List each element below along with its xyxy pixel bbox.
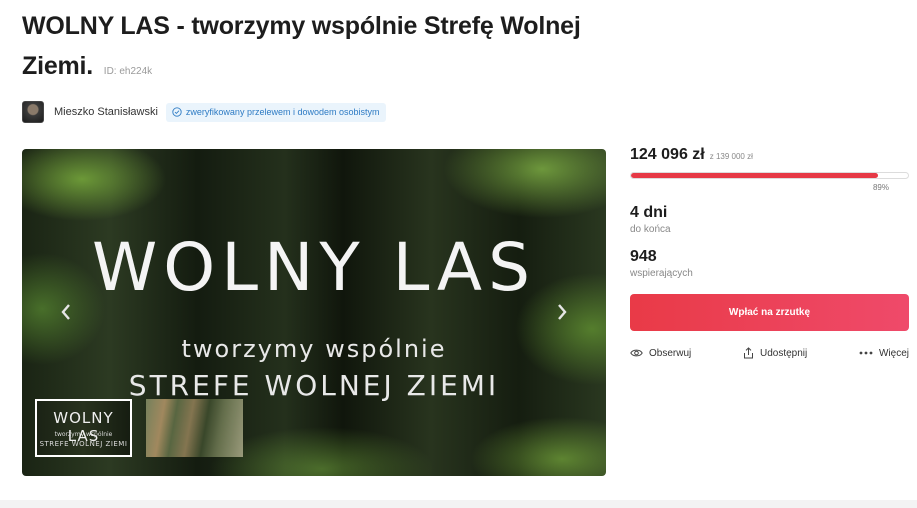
verified-badge: zweryfikowany przelewem i dowodem osobis… [165, 102, 386, 122]
amount-raised: 124 096 zł [630, 146, 705, 163]
hero-title: WOLNY LAS [92, 229, 536, 306]
progress-fill [631, 173, 878, 178]
supporters: 948 wspierających [630, 248, 909, 279]
verified-text: zweryfikowany przelewem i dowodem osobis… [185, 107, 380, 117]
thumbnail-subtitle-2: STREFE WOLNEJ ZIEMI [39, 440, 128, 448]
progress-bar [630, 172, 909, 179]
campaign-title: WOLNY LAS - tworzymy wspólnie Strefę Wol… [22, 6, 582, 92]
amount-row: 124 096 zł z 139 000 zł [630, 146, 909, 164]
share-button[interactable]: Udostępnij [743, 347, 807, 359]
author-row: Mieszko Stanisławski zweryfikowany przel… [22, 100, 386, 124]
share-icon [743, 347, 753, 359]
supporters-value: 948 [630, 248, 657, 265]
days-left-value: 4 dni [630, 204, 668, 221]
author-name[interactable]: Mieszko Stanisławski [54, 106, 158, 118]
avatar[interactable] [22, 101, 44, 123]
thumbnail-1[interactable]: WOLNY LAS tworzymy wspólnie STREFE WOLNE… [35, 399, 132, 457]
follow-button[interactable]: Obserwuj [630, 347, 691, 359]
pay-button[interactable]: Wpłać na zrzutkę [630, 294, 909, 331]
hero-subtitle-2: STREFE WOLNEJ ZIEMI [128, 369, 500, 402]
campaign-id: ID: eh224k [103, 66, 153, 77]
thumbnail-2[interactable] [146, 399, 243, 457]
more-dots-icon [859, 351, 873, 355]
progress-percent: 89% [872, 183, 889, 192]
chevron-left-icon[interactable] [58, 301, 74, 323]
eye-icon [630, 349, 643, 357]
share-label: Udostępnij [759, 347, 808, 359]
follow-label: Obserwuj [649, 347, 692, 359]
campaign-image-carousel[interactable]: WOLNY LAS tworzymy wspólnie STREFE WOLNE… [22, 149, 606, 476]
verified-check-icon [172, 107, 182, 117]
funding-panel: 124 096 zł z 139 000 zł 89% 4 dni do koń… [630, 146, 909, 359]
more-label: Więcej [878, 347, 909, 359]
thumbnail-subtitle: tworzymy wspólnie [54, 431, 113, 438]
amount-goal: z 139 000 zł [709, 152, 753, 161]
more-button[interactable]: Więcej [859, 347, 909, 359]
days-left-label: do końca [630, 224, 671, 235]
days-left: 4 dni do końca [630, 204, 909, 235]
chevron-right-icon[interactable] [554, 301, 570, 323]
supporters-label: wspierających [630, 268, 693, 279]
page-divider [0, 500, 917, 508]
hero-subtitle: tworzymy wspólnie [181, 335, 447, 363]
action-row: Obserwuj Udostępnij Więcej [630, 347, 909, 359]
